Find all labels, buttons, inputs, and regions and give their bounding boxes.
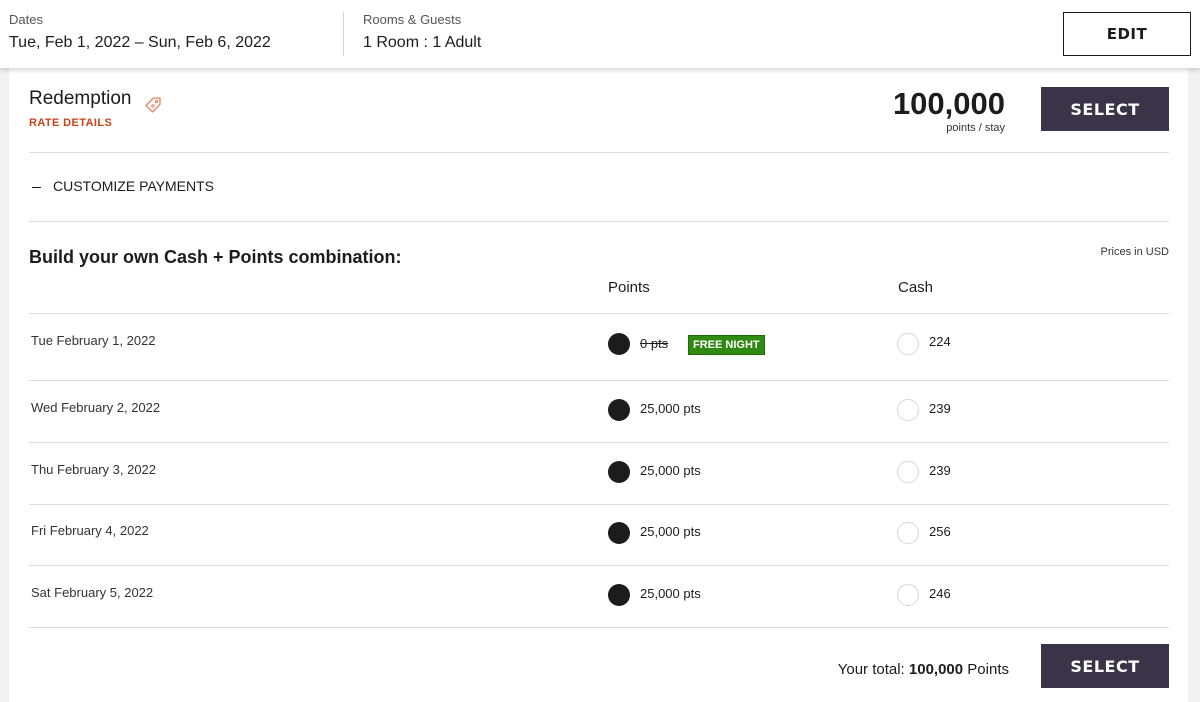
customize-payments-toggle[interactable]: CUSTOMIZE PAYMENTS (32, 178, 214, 194)
rate-title: Redemption (29, 88, 132, 109)
free-night-badge: FREE NIGHT (688, 335, 765, 355)
customize-payments-label: CUSTOMIZE PAYMENTS (53, 178, 215, 194)
night-date: Tue February 1, 2022 (31, 333, 156, 348)
total-points-value: 100,000 (908, 661, 964, 678)
edit-search-button[interactable]: EDIT (1063, 12, 1191, 56)
points-radio[interactable] (608, 584, 630, 606)
divider (29, 442, 1169, 443)
tag-icon (145, 97, 161, 113)
dates-summary: Dates Tue, Feb 1, 2022 – Sun, Feb 6, 202… (9, 12, 271, 52)
total-suffix: Points (967, 661, 1009, 678)
rooms-guests-summary: Rooms & Guests 1 Room : 1 Adult (363, 12, 481, 52)
night-points: 0 pts (640, 336, 669, 351)
rate-card (9, 62, 1188, 702)
summary-divider (343, 12, 344, 56)
divider (29, 313, 1169, 314)
search-summary-bar: Dates Tue, Feb 1, 2022 – Sun, Feb 6, 202… (0, 0, 1200, 68)
minus-icon (32, 186, 41, 189)
cash-column-header: Cash (898, 279, 934, 296)
night-cash: 246 (929, 586, 951, 601)
rate-points-total: 100,000 (892, 86, 1005, 121)
night-cash: 224 (929, 334, 951, 349)
night-points: 25,000 pts (640, 401, 701, 416)
cash-radio[interactable] (897, 522, 919, 544)
divider (29, 221, 1169, 222)
total-prefix: Your total: (837, 661, 905, 678)
night-points: 25,000 pts (640, 463, 701, 478)
night-cash: 239 (929, 401, 951, 416)
select-combination-button[interactable]: SELECT (1041, 644, 1169, 688)
points-radio[interactable] (608, 522, 630, 544)
points-radio[interactable] (608, 333, 630, 355)
divider (29, 504, 1169, 505)
cash-radio[interactable] (897, 584, 919, 606)
rooms-guests-label: Rooms & Guests (363, 12, 462, 27)
points-column-header: Points (608, 279, 650, 296)
night-date: Thu February 3, 2022 (31, 462, 157, 477)
divider (29, 565, 1169, 566)
divider (29, 152, 1169, 153)
select-rate-button[interactable]: SELECT (1041, 87, 1169, 131)
cash-radio[interactable] (897, 399, 919, 421)
points-radio[interactable] (608, 399, 630, 421)
night-points: 25,000 pts (640, 586, 701, 601)
rate-details-link[interactable]: RATE DETAILS (29, 117, 112, 129)
night-date: Fri February 4, 2022 (31, 523, 149, 538)
cash-radio[interactable] (897, 461, 919, 483)
total-summary: Your total: 100,000 Points (838, 661, 1009, 678)
night-cash: 256 (929, 524, 951, 539)
divider (29, 380, 1169, 381)
night-cash: 239 (929, 463, 951, 478)
cash-radio[interactable] (897, 333, 919, 355)
rooms-guests-value: 1 Room : 1 Adult (363, 34, 482, 51)
prices-currency-note: Prices in USD (1100, 246, 1169, 258)
dates-value: Tue, Feb 1, 2022 – Sun, Feb 6, 2022 (9, 34, 271, 51)
points-radio[interactable] (608, 461, 630, 483)
rate-points-unit: points / stay (946, 122, 1005, 134)
divider (29, 627, 1169, 628)
night-date: Sat February 5, 2022 (31, 585, 154, 600)
night-date: Wed February 2, 2022 (31, 400, 161, 415)
build-combination-title: Build your own Cash + Points combination… (29, 247, 402, 267)
dates-label: Dates (9, 12, 43, 27)
night-points: 25,000 pts (640, 524, 701, 539)
